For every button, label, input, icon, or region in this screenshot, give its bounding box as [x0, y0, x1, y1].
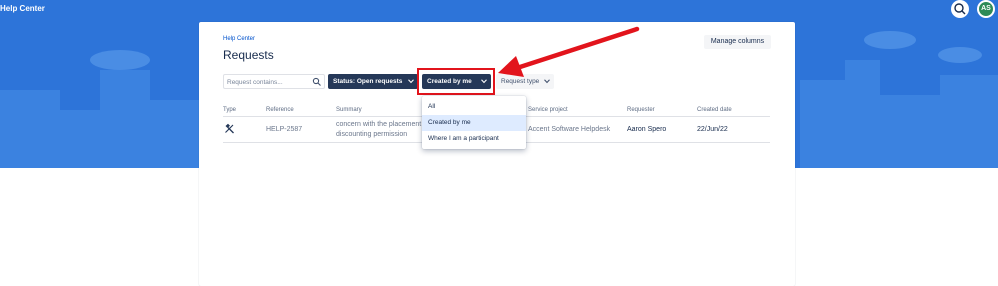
row-reference[interactable]: HELP-2587 — [266, 126, 302, 133]
request-type-filter-label: Request type — [501, 78, 540, 85]
search-icon[interactable] — [312, 77, 322, 87]
created-by-dropdown-menu: All Created by me Where I am a participa… — [422, 96, 526, 149]
user-avatar[interactable]: AS — [977, 0, 995, 18]
column-header-requester[interactable]: Requester — [627, 107, 655, 113]
row-created-date: 22/Jun/22 — [697, 126, 728, 133]
row-service-project: Accent Software Helpdesk — [528, 126, 611, 133]
chevron-down-icon — [544, 79, 550, 84]
manage-columns-button[interactable]: Manage columns — [704, 35, 771, 49]
menu-item-participant[interactable]: Where I am a participant — [422, 131, 526, 147]
annotation-highlight-box — [417, 68, 495, 95]
row-summary-line2[interactable]: discounting permission — [336, 131, 407, 138]
request-search-box[interactable] — [223, 74, 325, 89]
status-filter-label: Status: Open requests — [333, 78, 403, 85]
page-title: Requests — [223, 48, 274, 62]
column-header-service-project[interactable]: Service project — [528, 107, 568, 113]
request-search-input[interactable] — [227, 77, 307, 87]
requests-card: Help Center Requests Manage columns Stat… — [199, 22, 795, 286]
menu-item-created-by-me[interactable]: Created by me — [422, 115, 526, 131]
row-requester: Aaron Spero — [627, 126, 667, 133]
breadcrumb[interactable]: Help Center — [223, 36, 255, 42]
row-summary-line1[interactable]: concern with the placement — [336, 121, 421, 128]
global-search-button[interactable] — [951, 0, 969, 18]
brand-title[interactable]: Help Center — [0, 4, 45, 13]
request-type-filter-button[interactable]: Request type — [496, 74, 554, 89]
menu-item-all[interactable]: All — [422, 99, 526, 115]
status-filter-button[interactable]: Status: Open requests — [328, 74, 418, 89]
column-header-created-date[interactable]: Created date — [697, 107, 732, 113]
column-header-reference[interactable]: Reference — [266, 107, 294, 113]
column-header-type[interactable]: Type — [223, 107, 236, 113]
chevron-down-icon — [408, 79, 414, 84]
column-header-summary[interactable]: Summary — [336, 107, 362, 113]
request-type-icon — [225, 123, 234, 134]
search-icon — [954, 3, 966, 15]
